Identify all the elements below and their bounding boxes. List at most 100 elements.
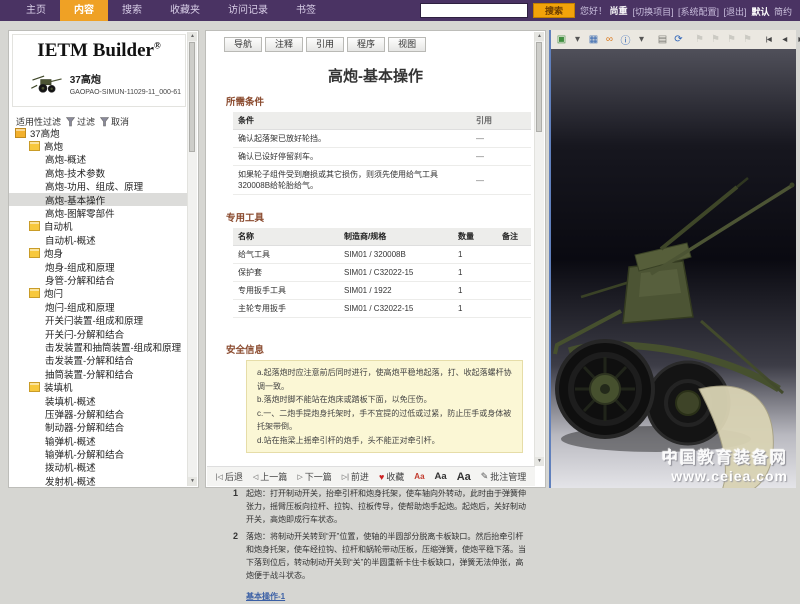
tree-item[interactable]: 37高炮: [9, 126, 188, 139]
next-article-button[interactable]: ▷下一篇: [297, 470, 331, 483]
procedure-link[interactable]: 基本操作-1: [246, 591, 285, 602]
scrollbar-thumb[interactable]: [536, 42, 542, 132]
document-icon[interactable]: ▤: [655, 33, 670, 47]
tree-item[interactable]: 高炮: [9, 139, 188, 152]
procedure-step: 2落炮：将制动开关转到“开”位置，使轴的半圆部分脱离卡板缺口。然后抬牵引杆和炮身…: [233, 530, 527, 582]
tree-item[interactable]: 高炮-基本操作: [9, 193, 188, 206]
link-parts-icon[interactable]: ∞: [602, 33, 617, 47]
scroll-down-arrow[interactable]: ▼: [535, 457, 544, 466]
tab-程序[interactable]: 程序: [347, 37, 385, 52]
tree-item[interactable]: 输弹机-分解和结合: [9, 447, 188, 460]
scroll-down-arrow[interactable]: ▼: [188, 477, 197, 486]
font-size-small-button[interactable]: Aa: [414, 472, 424, 481]
theme-option[interactable]: 简约: [774, 7, 792, 17]
tree-item[interactable]: 发射机-概述: [9, 474, 188, 487]
scrollbar-thumb[interactable]: [189, 42, 195, 152]
model-tree-icon[interactable]: ▣: [554, 33, 569, 47]
tree-item-label: 高炮-技术参数: [45, 166, 105, 180]
tree-item[interactable]: 高炮-功用、组成、原理: [9, 180, 188, 193]
account-link[interactable]: [系统配置]: [678, 7, 719, 17]
tab-注释[interactable]: 注释: [265, 37, 303, 52]
nav-item[interactable]: 搜索: [108, 0, 156, 21]
first-frame-button[interactable]: |◀: [761, 33, 776, 47]
tree-item[interactable]: 装填机: [9, 380, 188, 393]
font-size-large-button[interactable]: Aa: [457, 471, 471, 483]
folder-icon: [15, 128, 26, 138]
tree-item[interactable]: 炮闩-组成和原理: [9, 300, 188, 313]
tab-视图[interactable]: 视图: [388, 37, 426, 52]
standard-views-icon[interactable]: ▦: [586, 33, 601, 47]
reset-view-icon[interactable]: ⟳: [671, 33, 686, 47]
sidebar-scrollbar[interactable]: ▲ ▼: [187, 32, 197, 486]
model-tree-caret[interactable]: ▾: [570, 33, 585, 47]
table-row: 给气工具SIM01 / 320008B1: [233, 246, 531, 264]
search-button[interactable]: 搜索: [533, 3, 575, 18]
tree-item[interactable]: 压弹器-分解和结合: [9, 407, 188, 420]
nav-item[interactable]: 收藏夹: [156, 0, 214, 21]
table-row: 主轮专用扳手SIM01 / C32022-151: [233, 300, 531, 318]
table-row: 专用扳手工具SIM01 / 19221: [233, 282, 531, 300]
anim-step-icon-4: ⚑: [740, 33, 755, 47]
tree-item[interactable]: 炮身-组成和原理: [9, 260, 188, 273]
tool-qty-cell: 1: [453, 264, 497, 282]
forward-button[interactable]: ▷|前进: [342, 470, 369, 483]
tree-item-label: 炮闩: [44, 286, 63, 300]
tree-item[interactable]: 开关闩装置-组成和原理: [9, 313, 188, 326]
gun-3d-model[interactable]: [551, 61, 796, 488]
tree-item[interactable]: 拨动机-概述: [9, 461, 188, 474]
tree-item-label: 开关闩-分解和结合: [45, 327, 124, 341]
tree-item[interactable]: 击发装置-分解和结合: [9, 354, 188, 367]
tree-item[interactable]: 装填机-概述: [9, 394, 188, 407]
tree-item[interactable]: 炮闩: [9, 287, 188, 300]
back-button[interactable]: |◁后退: [216, 470, 243, 483]
nav-item[interactable]: 书签: [282, 0, 330, 21]
tree-item[interactable]: 高炮-概述: [9, 153, 188, 166]
favorite-button[interactable]: ♥收藏: [379, 470, 404, 483]
nav-item[interactable]: 主页: [12, 0, 60, 21]
gun-thumbnail-image: [29, 65, 63, 101]
font-size-medium-button[interactable]: Aa: [435, 471, 447, 482]
tree-item[interactable]: 击发装置和抽筒装置-组成和原理: [9, 340, 188, 353]
tool-name-cell: 保护套: [233, 264, 339, 282]
tree-item[interactable]: 身管-分解和结合: [9, 273, 188, 286]
safety-line: c.一、二炮手提炮身托架时，手不宜提的过低或过紧，防止压手或身体被托架带倒。: [257, 407, 512, 434]
account-link[interactable]: [退出]: [724, 7, 747, 17]
nav-item[interactable]: 访问记录: [214, 0, 282, 21]
theme-option[interactable]: 默认: [752, 7, 770, 17]
tab-引用[interactable]: 引用: [306, 37, 344, 52]
tool-spec-cell: SIM01 / C32022-15: [339, 300, 453, 318]
scroll-up-arrow[interactable]: ▲: [188, 32, 197, 41]
info-icon[interactable]: ⓘ: [618, 33, 633, 47]
tree-item[interactable]: 开关闩-分解和结合: [9, 327, 188, 340]
tree-item[interactable]: 自动机: [9, 220, 188, 233]
tree-item-label: 高炮-图解零部件: [45, 206, 115, 220]
tree-item[interactable]: 制动器-分解和结合: [9, 421, 188, 434]
content-scrollbar[interactable]: ▲ ▼: [534, 32, 544, 466]
nav-item[interactable]: 内容: [60, 0, 108, 21]
folder-icon: [29, 382, 40, 392]
global-search-input[interactable]: [420, 3, 528, 18]
account-link[interactable]: [切换项目]: [633, 7, 674, 17]
table-row: 确认起落架已放好轮挡。—: [233, 130, 531, 148]
tree-item[interactable]: 抽筒装置-分解和结合: [9, 367, 188, 380]
tool-name-cell: 主轮专用扳手: [233, 300, 339, 318]
info-caret[interactable]: ▾: [634, 33, 649, 47]
tab-导航[interactable]: 导航: [224, 37, 262, 52]
col-tool-qty: 数量: [453, 228, 497, 246]
scroll-up-arrow[interactable]: ▲: [535, 32, 544, 41]
play-button[interactable]: ▶: [793, 33, 800, 47]
prev-article-button[interactable]: ◁上一篇: [253, 470, 287, 483]
tree-item[interactable]: 高炮-图解零部件: [9, 206, 188, 219]
folder-icon: [29, 221, 40, 231]
col-tool-spec: 制造商/规格: [339, 228, 453, 246]
tree-item[interactable]: 炮身: [9, 247, 188, 260]
tree-item[interactable]: 输弹机-概述: [9, 434, 188, 447]
prev-frame-button[interactable]: ◀: [777, 33, 792, 47]
viewer-viewport[interactable]: 中国教育装备网 www.ceiea.com: [551, 49, 796, 488]
tree-item-label: 发射机-概述: [45, 474, 96, 487]
prev-article-button-label: 上一篇: [260, 470, 287, 483]
tree-item[interactable]: 高炮-技术参数: [9, 166, 188, 179]
condition-cell: 如果轮子组件受到磨损或其它损伤，则须先使用给气工具320008B给轮胎给气。: [233, 166, 471, 195]
annotation-manage-button[interactable]: ✎批注管理: [481, 470, 527, 483]
tree-item[interactable]: 自动机-概述: [9, 233, 188, 246]
